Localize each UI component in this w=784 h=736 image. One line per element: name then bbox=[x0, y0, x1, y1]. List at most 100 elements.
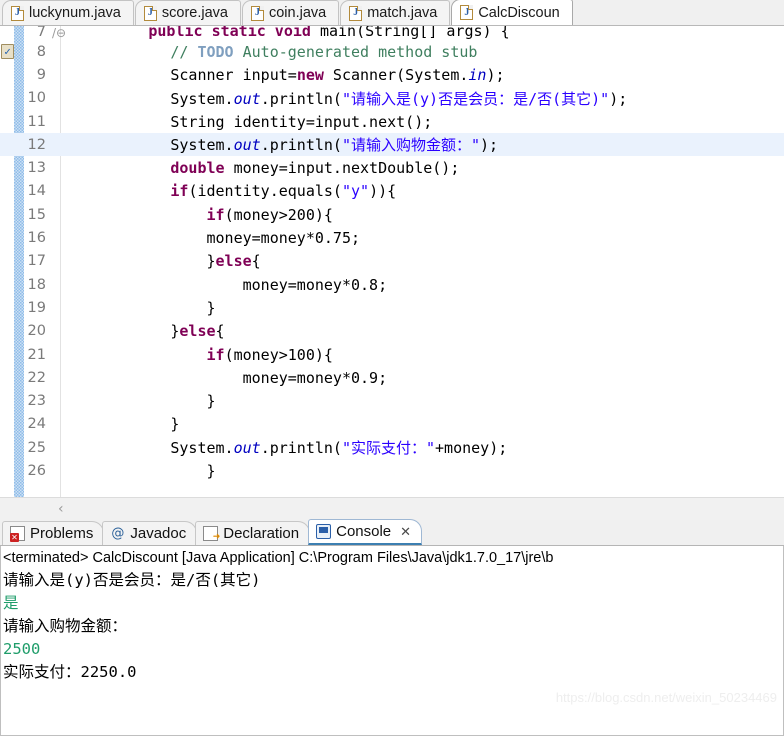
editor-tab-bar: Jluckynum.java Jscore.java Jcoin.java Jmatc… bbox=[0, 0, 784, 26]
view-tab-label: Declaration bbox=[223, 525, 300, 542]
code-line[interactable]: 15 if(money>200){ bbox=[0, 203, 784, 226]
code-line[interactable]: 18 money=money*0.8; bbox=[0, 273, 784, 296]
console-icon bbox=[316, 524, 332, 539]
code-token-pln: (identity.equals( bbox=[188, 182, 342, 201]
line-number: 16 bbox=[27, 230, 46, 247]
code-text: } bbox=[52, 461, 216, 480]
code-token-str: "y" bbox=[341, 182, 370, 201]
code-token-pln: ); bbox=[486, 65, 505, 84]
code-token-pln: .println( bbox=[260, 136, 342, 155]
java-file-icon: J bbox=[460, 5, 474, 20]
code-token-kw: if bbox=[170, 182, 189, 201]
code-token-pln: } bbox=[62, 298, 216, 317]
editor-horizontal-scrollbar[interactable]: ‹ bbox=[0, 497, 784, 520]
line-number: 24 bbox=[27, 416, 46, 433]
code-line[interactable]: 20 }else{ bbox=[0, 320, 784, 343]
code-token-pln: (money>200){ bbox=[224, 205, 333, 224]
code-line[interactable]: 24 } bbox=[0, 413, 784, 436]
code-line[interactable]: 17 }else{ bbox=[0, 250, 784, 273]
code-line[interactable]: 14 if(identity.equals("y")){ bbox=[0, 180, 784, 203]
close-icon[interactable]: ✕ bbox=[400, 524, 411, 540]
code-text: String identity=input.next(); bbox=[52, 113, 432, 131]
code-token-str: "请输入购物金额：" bbox=[341, 136, 481, 155]
todo-task-marker-icon[interactable] bbox=[1, 44, 14, 60]
code-token-pln: money=money*0.8; bbox=[62, 275, 388, 294]
view-tab-bar: Problems @ Javadoc Declaration Console ✕ bbox=[0, 519, 784, 546]
code-token-pln: money=money*0.75; bbox=[62, 229, 361, 248]
code-line[interactable]: 10 System.out.println("请输入是(y)否是会员：是/否(其… bbox=[0, 87, 784, 110]
code-token-fld: in bbox=[468, 65, 487, 84]
code-token-pln: .println( bbox=[260, 439, 342, 458]
code-token-cmt: // bbox=[170, 42, 198, 61]
line-number: 26 bbox=[27, 462, 46, 479]
code-text: if(money>100){ bbox=[52, 346, 333, 364]
bottom-view-stack: Problems @ Javadoc Declaration Console ✕ <ter… bbox=[0, 519, 784, 736]
code-line[interactable]: 16 money=money*0.75; bbox=[0, 226, 784, 249]
eclipse-ide-window: Jluckynum.java Jscore.java Jcoin.java Jmatc… bbox=[0, 0, 784, 736]
java-file-icon: J bbox=[11, 5, 24, 21]
code-token-pln: } bbox=[62, 322, 180, 341]
code-line[interactable]: 12 System.out.println("请输入购物金额："); bbox=[0, 133, 784, 157]
java-source-editor[interactable]: 7 /⊖ public static void main(String[] arg… bbox=[0, 26, 784, 520]
problems-icon bbox=[10, 526, 25, 542]
code-line[interactable]: 22 money=money*0.9; bbox=[0, 366, 784, 389]
line-number: 23 bbox=[27, 393, 46, 410]
code-token-pln: Scanner input= bbox=[62, 65, 297, 84]
code-token-pln: +money); bbox=[435, 439, 508, 458]
java-file-icon: J bbox=[250, 5, 264, 21]
line-number: 21 bbox=[27, 346, 46, 363]
view-tab-problems[interactable]: Problems bbox=[2, 521, 105, 545]
code-line[interactable]: 13 double money=input.nextDouble(); bbox=[0, 156, 784, 179]
code-line[interactable]: 11 String identity=input.next(); bbox=[0, 110, 784, 133]
code-line[interactable]: 8 // TODO Auto-generated method stub bbox=[0, 40, 784, 63]
view-tab-declaration[interactable]: Declaration bbox=[195, 521, 311, 545]
editor-tab-match-java[interactable]: Jmatch.java bbox=[340, 0, 451, 25]
line-number: 15 bbox=[27, 206, 46, 223]
code-line[interactable]: 21 if(money>100){ bbox=[0, 343, 784, 366]
console-line-output: 请输入是(y)否是会员：是/否(其它) bbox=[3, 571, 261, 589]
console-output[interactable]: <terminated> CalcDiscount [Java Applicat… bbox=[0, 546, 784, 736]
code-token-pln: Scanner(System. bbox=[323, 65, 469, 84]
java-file-icon: J bbox=[143, 5, 157, 21]
editor-tab-score-java[interactable]: Jscore.java bbox=[134, 0, 241, 25]
code-token-pln bbox=[62, 346, 207, 364]
view-tab-console[interactable]: Console ✕ bbox=[308, 519, 423, 545]
java-file-icon: J bbox=[349, 5, 363, 21]
code-token-cmt: Auto-generated method stub bbox=[233, 42, 478, 61]
code-text: if(identity.equals("y")){ bbox=[52, 182, 396, 200]
code-token-str: "实际支付：" bbox=[341, 439, 436, 458]
editor-tab-label: luckynum.java bbox=[29, 5, 121, 21]
code-token-pln: } bbox=[62, 461, 216, 480]
code-line[interactable]: 9 Scanner input=new Scanner(System.in); bbox=[0, 63, 784, 86]
code-fold-icon[interactable]: /⊖ bbox=[52, 26, 66, 40]
editor-tab-luckynum-java[interactable]: Jluckynum.java bbox=[2, 0, 134, 25]
code-token-str: "请输入是(y)否是会员：是/否(其它)" bbox=[341, 89, 610, 108]
code-line[interactable]: 23 } bbox=[0, 389, 784, 412]
code-token-pln: } bbox=[62, 415, 180, 434]
code-token-fld: out bbox=[233, 136, 261, 155]
code-token-pln: } bbox=[62, 392, 216, 411]
code-line[interactable]: 26 } bbox=[0, 459, 784, 482]
code-text: } bbox=[52, 392, 216, 411]
code-token-kw: new bbox=[296, 65, 324, 84]
code-line[interactable]: 19 } bbox=[0, 296, 784, 319]
code-token-kw: if bbox=[206, 345, 225, 364]
code-token-pln: String identity=input.next(); bbox=[62, 112, 433, 131]
code-token-pln: ); bbox=[609, 89, 628, 108]
code-lines[interactable]: 7 /⊖ public static void main(String[] arg… bbox=[0, 26, 784, 496]
editor-tab-coin-java[interactable]: Jcoin.java bbox=[241, 0, 340, 25]
code-token-pln bbox=[62, 159, 170, 177]
scroll-left-arrow-icon[interactable]: ‹ bbox=[58, 501, 64, 517]
code-token-pln: .println( bbox=[260, 89, 342, 108]
code-token-pln: )){ bbox=[369, 182, 397, 201]
code-line[interactable]: 7 /⊖ public static void main(String[] arg… bbox=[0, 26, 784, 40]
code-line[interactable]: 25 System.out.println("实际支付："+money); bbox=[0, 436, 784, 459]
line-number: 22 bbox=[27, 369, 46, 386]
view-tab-javadoc[interactable]: @ Javadoc bbox=[102, 521, 198, 545]
console-line-output: 请输入购物金额： bbox=[3, 617, 128, 635]
line-number: 25 bbox=[27, 439, 46, 456]
editor-tab-calcdiscoun[interactable]: J CalcDiscoun bbox=[451, 0, 573, 25]
console-line-header: <terminated> CalcDiscount [Java Applicat… bbox=[3, 550, 554, 566]
line-number: 20 bbox=[27, 323, 46, 340]
code-token-pln bbox=[62, 206, 207, 224]
